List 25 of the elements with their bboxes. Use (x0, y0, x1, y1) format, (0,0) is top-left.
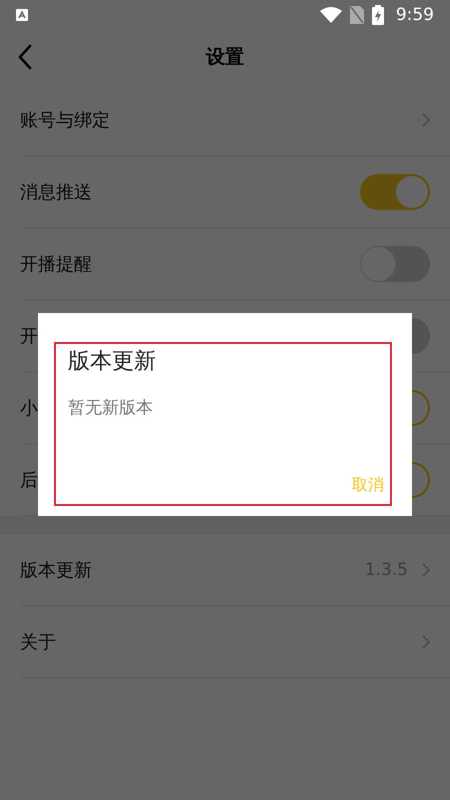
app-notification-icon (16, 9, 28, 21)
settings-row[interactable]: 账号与绑定 (20, 84, 450, 156)
back-icon[interactable] (18, 44, 32, 70)
row-label: 后 (20, 468, 38, 492)
row-label: 版本更新 (20, 558, 92, 582)
page-title: 设置 (206, 45, 244, 70)
row-label: 开播提醒 (20, 252, 92, 276)
dialog-message: 暂无新版本 (68, 397, 154, 419)
row-label: 消息推送 (20, 180, 92, 204)
dialog-title: 版本更新 (68, 348, 157, 376)
chevron-right-icon (422, 634, 430, 648)
row-label: 小 (20, 396, 38, 420)
settings-row[interactable]: 消息推送 (20, 156, 450, 228)
battery-charging-icon (372, 5, 384, 25)
settings-row[interactable]: 关于 (20, 606, 450, 678)
row-label: 开 (20, 324, 38, 348)
toggle-switch[interactable] (360, 174, 430, 210)
chevron-right-icon (422, 112, 430, 126)
no-sim-icon (350, 6, 364, 24)
row-label: 关于 (20, 630, 56, 654)
chevron-right-icon (422, 562, 430, 576)
row-label: 账号与绑定 (20, 108, 110, 132)
status-time: 9:59 (396, 5, 434, 25)
settings-row[interactable]: 开播提醒 (20, 228, 450, 300)
wifi-icon (320, 7, 342, 23)
